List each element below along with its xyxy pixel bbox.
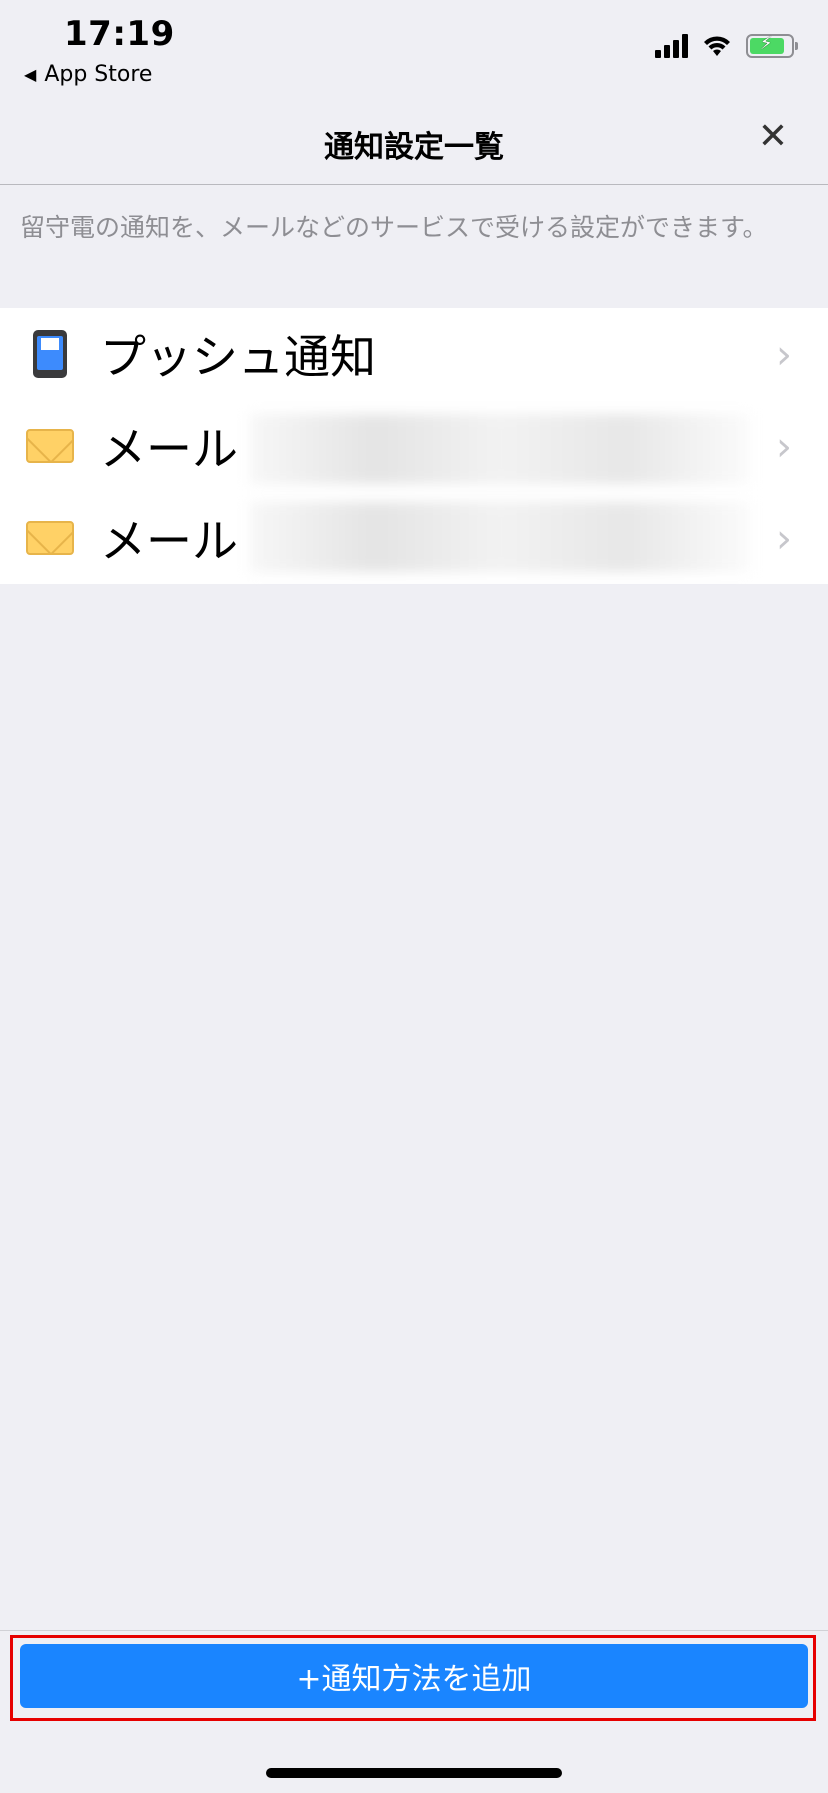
page-title: 通知設定一覧 — [324, 130, 504, 165]
back-to-app-store-link[interactable]: ◀ App Store — [24, 62, 152, 87]
battery-charging-icon: ⚡ — [746, 33, 798, 58]
smartphone-icon — [0, 330, 100, 378]
chevron-right-icon: › — [776, 424, 792, 470]
redacted-address — [250, 414, 750, 484]
list-item-label: メール — [100, 514, 238, 568]
back-app-label: App Store — [44, 62, 153, 87]
wifi-icon — [704, 36, 730, 56]
list-item-label: プッシュ通知 — [100, 330, 376, 384]
navigation-bar: 通知設定一覧 ✕ — [0, 100, 828, 185]
list-item-push-notification[interactable]: プッシュ通知 › — [0, 308, 828, 400]
status-time: 17:19 — [64, 14, 175, 54]
chevron-right-icon: › — [776, 332, 792, 378]
chevron-right-icon: › — [776, 516, 792, 562]
back-triangle-icon: ◀ — [24, 65, 37, 84]
redacted-address — [250, 502, 750, 572]
envelope-icon — [0, 429, 100, 463]
status-bar: 17:19 ◀ App Store ⚡ — [0, 0, 828, 100]
bottom-toolbar: +通知方法を追加 — [0, 1630, 828, 1793]
envelope-icon — [0, 521, 100, 555]
description-text: 留守電の通知を、メールなどのサービスで受ける設定ができます。 — [20, 213, 768, 242]
list-item-email[interactable]: メール › — [0, 400, 828, 492]
close-button[interactable]: ✕ — [758, 116, 788, 157]
cellular-signal-icon — [655, 34, 688, 58]
notification-method-list: プッシュ通知 › メール › メール › — [0, 308, 828, 584]
add-notification-method-button[interactable]: +通知方法を追加 — [20, 1644, 808, 1708]
list-item-email[interactable]: メール › — [0, 492, 828, 584]
status-icons: ⚡ — [655, 33, 798, 58]
home-indicator — [266, 1768, 562, 1778]
list-item-label: メール — [100, 422, 238, 476]
